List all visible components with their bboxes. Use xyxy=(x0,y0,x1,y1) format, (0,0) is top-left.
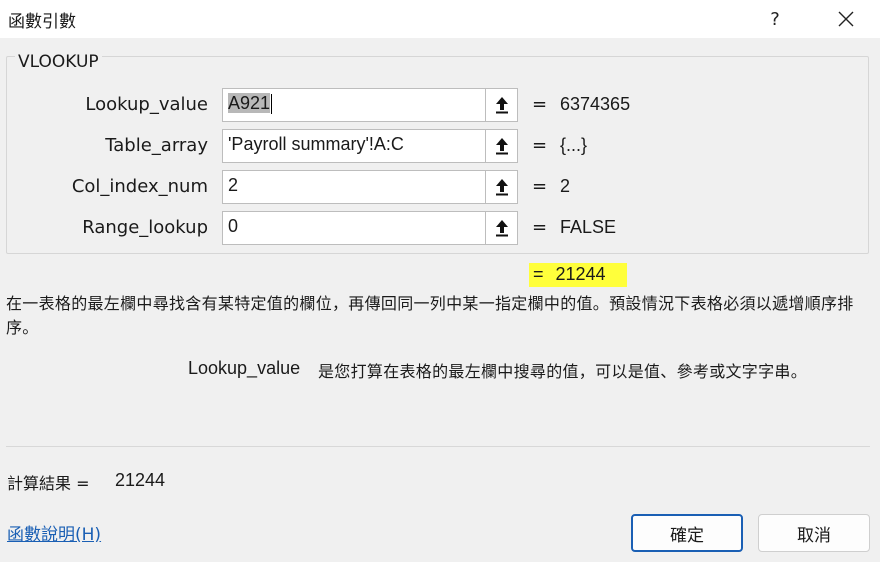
arg-result-lookup-value: 6374365 xyxy=(560,94,631,114)
close-icon xyxy=(838,11,854,27)
upload-arrow-icon xyxy=(495,97,508,114)
divider xyxy=(6,446,870,447)
help-button[interactable]: ? xyxy=(745,0,805,38)
formula-result-value: 21244 xyxy=(555,264,606,284)
formula-result-highlight: = 21244 xyxy=(529,263,627,287)
title-bar: 函數引數 ? xyxy=(0,0,880,38)
calc-result-label: 計算結果 = xyxy=(7,474,90,493)
function-description: 在一表格的最左欄中尋找含有某特定值的欄位，再傳回同一列中某一指定欄中的值。預設情… xyxy=(6,294,854,337)
calc-result-value: 21244 xyxy=(115,470,166,490)
upload-arrow-icon xyxy=(495,138,508,155)
upload-arrow-icon xyxy=(495,179,508,196)
ok-button[interactable]: 確定 xyxy=(631,514,743,552)
col-index-num-collapse-button[interactable] xyxy=(485,170,518,204)
arg-label-range-lookup: Range_lookup xyxy=(82,217,208,238)
dialog-title: 函數引數 xyxy=(8,12,76,32)
function-name: VLOOKUP xyxy=(15,52,102,72)
arg-equals-sign: = xyxy=(532,217,548,238)
formula-result-equals: = xyxy=(533,264,544,284)
lookup-value-input[interactable]: A921 xyxy=(222,88,485,122)
arg-label-lookup-value: Lookup_value xyxy=(85,94,208,115)
arg-equals-sign: = xyxy=(532,135,548,156)
arg-result-range-lookup: FALSE xyxy=(560,217,617,237)
arg-help-name: Lookup_value xyxy=(188,358,301,378)
close-button[interactable] xyxy=(816,0,876,38)
range-lookup-collapse-button[interactable] xyxy=(485,211,518,245)
function-help-link[interactable]: 函數說明(H) xyxy=(7,520,101,545)
upload-arrow-icon xyxy=(495,220,508,237)
arg-result-table-array: {...} xyxy=(560,135,588,155)
table-array-collapse-button[interactable] xyxy=(485,129,518,163)
col-index-num-input[interactable]: 2 xyxy=(222,170,485,204)
range-lookup-input[interactable]: 0 xyxy=(222,211,485,245)
text-cursor xyxy=(271,94,273,115)
arg-label-col-index-num: Col_index_num xyxy=(71,176,208,197)
table-array-input[interactable]: 'Payroll summary'!A:C xyxy=(222,129,485,163)
arg-label-table-array: Table_array xyxy=(105,135,208,156)
cancel-button[interactable]: 取消 xyxy=(758,514,870,552)
arg-equals-sign: = xyxy=(532,94,548,115)
selected-text: A921 xyxy=(228,93,271,113)
lookup-value-collapse-button[interactable] xyxy=(485,88,518,122)
arg-equals-sign: = xyxy=(532,176,548,197)
arg-help-text: 是您打算在表格的最左欄中搜尋的值，可以是值、參考或文字字串。 xyxy=(318,362,808,381)
arg-result-col-index-num: 2 xyxy=(560,176,571,196)
